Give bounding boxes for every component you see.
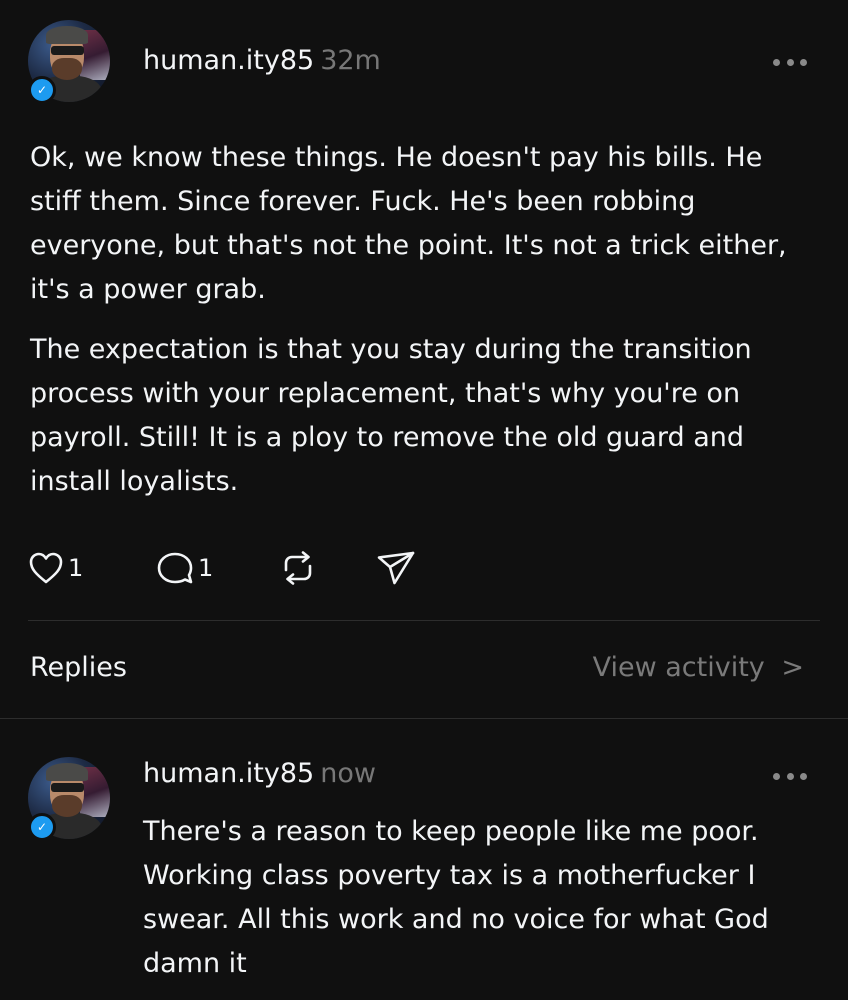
share-button[interactable] bbox=[376, 548, 416, 588]
repost-button[interactable] bbox=[278, 548, 318, 588]
chevron-right-icon: > bbox=[781, 652, 804, 683]
like-button[interactable]: 1 bbox=[28, 548, 83, 588]
heart-icon bbox=[29, 552, 63, 584]
more-icon[interactable] bbox=[773, 770, 807, 782]
post-paragraph: Ok, we know these things. He doesn't pay… bbox=[30, 142, 787, 305]
avatar[interactable]: ✓ bbox=[28, 20, 110, 104]
reply-username[interactable]: human.ity85 bbox=[143, 758, 314, 789]
replies-heading: Replies bbox=[30, 652, 127, 683]
post-timestamp: 32m bbox=[320, 45, 381, 76]
divider bbox=[28, 620, 820, 621]
post-paragraph: The expectation is that you stay during … bbox=[30, 334, 752, 497]
repost-icon bbox=[284, 551, 312, 585]
verified-icon: ✓ bbox=[28, 813, 56, 841]
post-body: Ok, we know these things. He doesn't pay… bbox=[30, 136, 810, 504]
view-activity-link[interactable]: View activity > bbox=[593, 652, 804, 683]
like-count: 1 bbox=[68, 554, 84, 582]
reply-header: human.ity85 now bbox=[143, 758, 376, 789]
comment-count: 1 bbox=[198, 554, 214, 582]
divider bbox=[0, 718, 848, 719]
reply-timestamp: now bbox=[320, 758, 376, 789]
comment-button[interactable]: 1 bbox=[156, 548, 213, 588]
post-username[interactable]: human.ity85 bbox=[143, 45, 314, 76]
comment-icon bbox=[157, 552, 193, 584]
reply-avatar[interactable]: ✓ bbox=[28, 757, 110, 841]
reply-body: There's a reason to keep people like me … bbox=[143, 810, 823, 986]
verified-icon: ✓ bbox=[28, 76, 56, 104]
post-header: human.ity85 32m bbox=[143, 45, 381, 76]
view-activity-label: View activity bbox=[592, 652, 765, 683]
more-icon[interactable] bbox=[773, 56, 807, 68]
reply-paragraph: There's a reason to keep people like me … bbox=[143, 816, 769, 979]
share-icon bbox=[377, 551, 415, 585]
